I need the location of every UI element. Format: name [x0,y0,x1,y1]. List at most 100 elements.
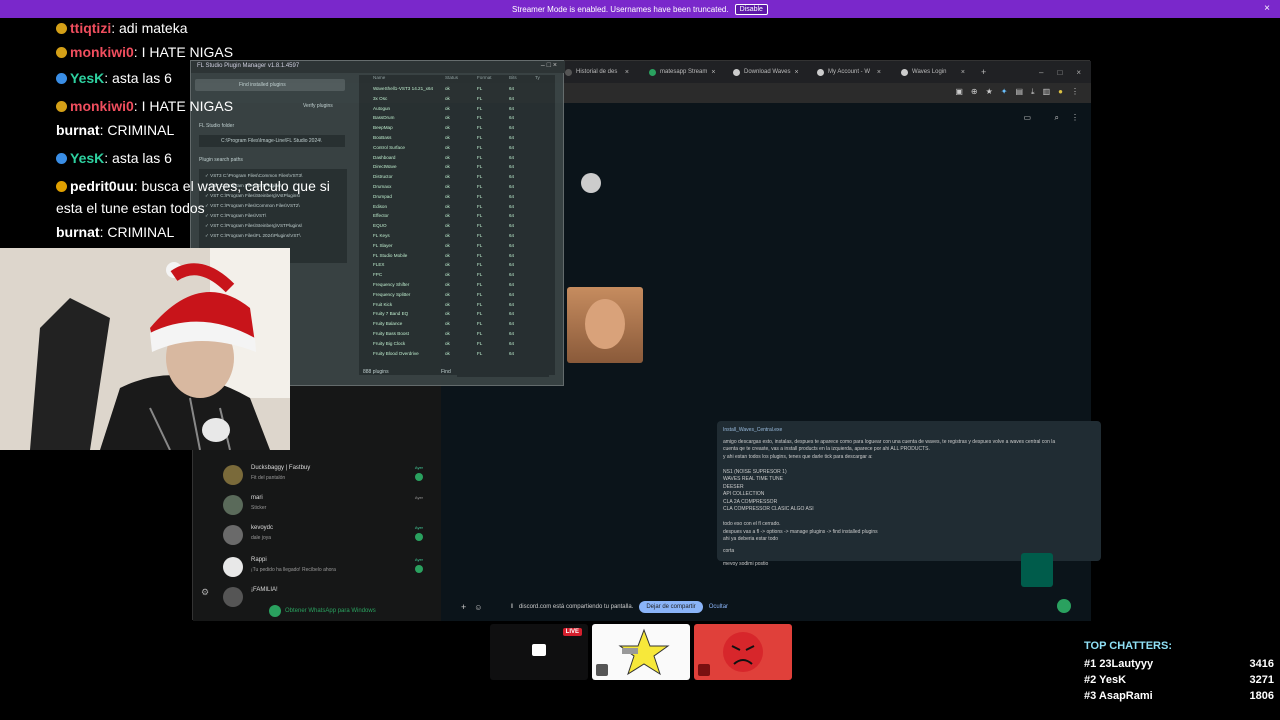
chat-item[interactable]: mari Sticker Ayer [223,493,433,519]
chat-username[interactable]: burnat [56,122,100,138]
verify-plugins-button[interactable]: Verify plugins [303,103,333,109]
bookmark-star-icon[interactable]: ★ [986,87,993,97]
hide-button[interactable]: Ocultar [709,604,728,610]
plugin-bits: 64 [509,233,515,238]
plugin-row[interactable]: Fruity Big Clock ok FL 64 [359,340,555,350]
new-tab-button[interactable]: + [981,67,986,77]
plugin-row[interactable]: FPC ok FL 64 [359,271,555,281]
plugin-row[interactable]: Drumaxx ok FL 64 [359,183,555,193]
close-icon[interactable]: × [794,69,798,76]
plugin-list[interactable]: Name Status Format Bits Ty WaveShell1-VS… [359,75,555,375]
plugin-row[interactable]: Edison ok FL 64 [359,203,555,213]
plugin-row[interactable]: FL Studio Mobile ok FL 64 [359,252,555,262]
plugin-row[interactable]: Fruit Kick ok FL 64 [359,301,555,311]
sticker-icon[interactable]: ☺ [474,603,482,612]
screen-share-icon[interactable]: ▣ [955,87,963,97]
chat-item[interactable]: Ducksbaggy | Fastbuy Fit del pantalón Ay… [223,463,433,489]
plugin-row[interactable]: Dashboard ok FL 64 [359,154,555,164]
tab-download-waves[interactable]: Download Waves × [725,63,805,81]
zoom-icon[interactable]: ⊕ [971,87,978,97]
tab-waves-login[interactable]: Waves Login × [893,63,973,81]
add-icon[interactable]: + [461,602,466,612]
plugin-row[interactable]: Fruity Bass Boost ok FL 64 [359,330,555,340]
search-path-item[interactable]: ✓ VST C:\Program Files\Common Files\VST2… [205,201,341,211]
video-call-icon[interactable]: ▭ [1023,113,1031,122]
puzzle-icon[interactable]: ▤ [1015,87,1023,97]
stream-card-screen[interactable]: LIVE [490,624,588,680]
plugin-row[interactable]: Fruity 7 Band EQ ok FL 64 [359,310,555,320]
search-icon[interactable]: ⌕ [1055,113,1059,123]
plugin-row[interactable]: Fruity Balance ok FL 64 [359,320,555,330]
tab-my-account[interactable]: My Account - W × [809,63,889,81]
plugin-status: ok [445,184,450,189]
close-icon[interactable]: × [961,69,965,76]
chat-item[interactable]: kevoydc dale joya Ayer [223,523,433,549]
plugin-row[interactable]: BassDrum ok FL 64 [359,114,555,124]
plugin-format: FL [477,135,483,140]
chat-username[interactable]: ttiqtizi [70,20,111,36]
chat-username[interactable]: burnat [56,224,100,240]
chat-username[interactable]: monkiwi0 [70,98,134,114]
close-icon[interactable]: × [877,69,881,76]
message-line: CLA COMPRESSOR CLASIC ALGO ASI [723,506,814,512]
chat-username[interactable]: monkiwi0 [70,44,134,60]
plugin-row[interactable]: Control Surface ok FL 64 [359,144,555,154]
chat-item[interactable]: Rappi ¡Tu pedido ha llegado! Recíbelo ah… [223,555,433,581]
plugin-status: ok [445,252,450,258]
extension-icon[interactable]: ✦ [1001,87,1008,97]
plugin-row[interactable]: Distructor ok FL 64 [359,173,555,183]
tab-matesapp[interactable]: matesapp Stream × [641,63,721,81]
minimize-icon[interactable]: – [1039,68,1043,77]
chat-badge-icon [56,181,67,192]
find-plugins-button[interactable]: Find installed plugins [195,79,345,91]
plugin-row[interactable]: BeepMap ok FL 64 [359,124,555,134]
close-icon[interactable]: × [625,69,629,76]
chat-username[interactable]: YesK [70,150,104,166]
plugin-row[interactable]: Frequency Splitter ok FL 64 [359,291,555,301]
search-path-item[interactable]: ✓ VST C:\Program Files\Steinberg\VSTPlug… [205,221,341,231]
plugin-row[interactable]: Effector ok FL 64 [359,212,555,222]
chatter-score: 1806 [1249,690,1274,702]
stream-card-star[interactable] [592,624,690,680]
search-path-item[interactable]: ✓ VST C:\Program Files\VST\ [205,211,341,221]
search-path-item[interactable]: ✓ VST C:\Program Files\FL 2024\Plugins\V… [205,231,341,241]
plugin-name: WaveShell1-VST3 14.21_x64 [373,86,434,91]
stop-sharing-button[interactable]: Dejar de compartir [639,601,703,613]
banner-close-icon[interactable]: × [1264,3,1270,14]
disable-button[interactable]: Disable [734,3,768,15]
chat-menu-icon[interactable]: ⋮ [1071,113,1079,122]
plugin-row[interactable]: DirectWave ok FL 64 [359,163,555,173]
plugin-row[interactable]: Fruity Blood Overdrive ok FL 64 [359,350,555,360]
stream-card-angry[interactable] [694,624,792,680]
tab-label: Historial de des [576,69,618,75]
chat-username[interactable]: YesK [70,70,104,86]
tab-history[interactable]: Historial de des × [557,63,637,81]
close-icon[interactable]: × [711,69,715,76]
plugin-row[interactable]: EQUO ok FL 64 [359,222,555,232]
plugin-row[interactable]: FL Keys ok FL 64 [359,232,555,242]
sidebar-icon[interactable]: ▥ [1043,87,1051,97]
plugin-row[interactable]: FL Slayer ok FL 64 [359,242,555,252]
plugin-row[interactable]: FLEX ok FL 64 [359,261,555,271]
plugin-row[interactable]: WaveShell1-VST3 14.21_x64 ok FL 64 [359,85,555,95]
plugin-status: ok [445,154,450,160]
menu-icon[interactable]: ⋮ [1071,87,1079,97]
profile-avatar[interactable]: ● [1058,87,1063,97]
download-icon[interactable]: ⤓ [1031,87,1035,97]
close-window-icon[interactable]: × [1076,68,1081,77]
maximize-icon[interactable]: □ [1057,68,1062,77]
folder-path-field[interactable]: C:\Program Files\Image-Line\FL Studio 20… [199,135,345,147]
plugin-status: ok [445,242,450,248]
chat-preview: dale joya [251,535,272,541]
plugin-row[interactable]: Drumpad ok FL 64 [359,193,555,203]
plugin-row[interactable]: 3x Osc ok FL 64 [359,95,555,105]
attachment-name[interactable]: Install_Waves_Central.exe [723,427,1095,435]
plugin-row[interactable]: Frequency Shifter ok FL 64 [359,281,555,291]
chat-username[interactable]: pedrit0uu [70,178,134,194]
chat-text: : CRIMINAL [99,224,175,240]
plugin-row[interactable]: BooBass ok FL 64 [359,134,555,144]
find-input[interactable] [457,367,549,377]
plugin-row[interactable]: Autogun ok FL 64 [359,105,555,115]
meme-image[interactable] [567,287,643,363]
folder-path: C:\Program Files\Image-Line\FL Studio 20… [221,138,322,144]
